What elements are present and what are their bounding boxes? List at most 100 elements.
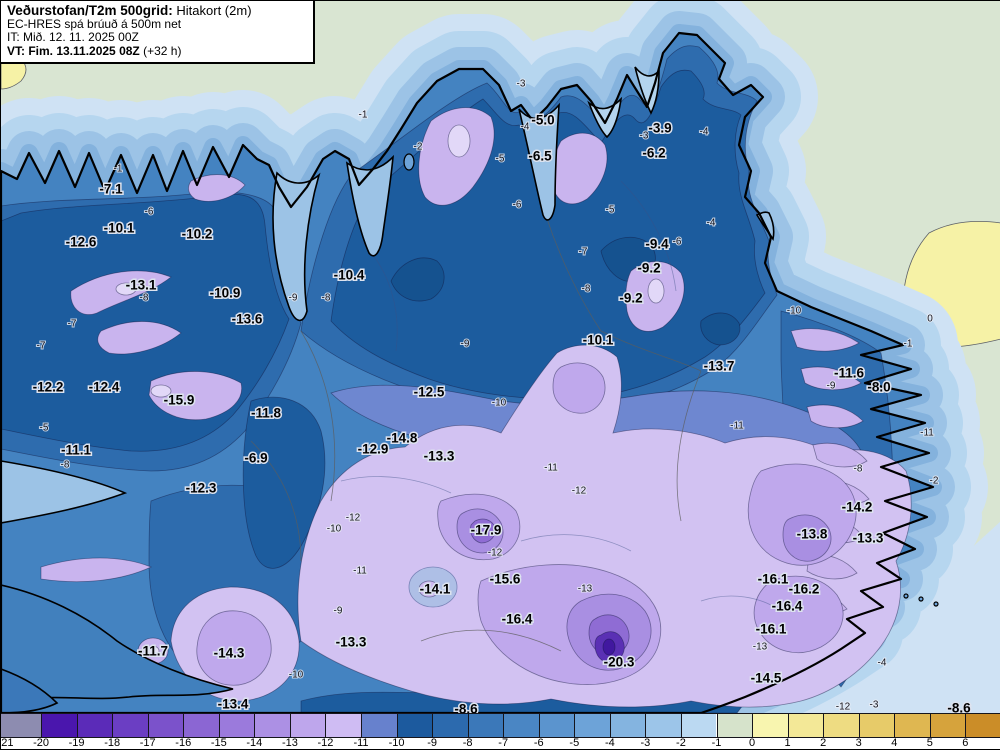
contour-label: -10: [787, 306, 802, 317]
colorbar-tick: -12: [317, 737, 334, 749]
contour-label: -5: [606, 205, 615, 216]
contour-label: -11: [730, 421, 744, 432]
contour-label: -10: [492, 398, 507, 409]
colorbar-tick: -1: [711, 737, 722, 749]
contour-label: -4: [707, 218, 716, 229]
colorbar-tick: -7: [498, 737, 509, 749]
colorbar-tick: 0: [748, 737, 756, 749]
colorbar-cell: [218, 714, 255, 737]
contour-label: -13: [578, 584, 593, 595]
contour-label: -12: [572, 486, 587, 497]
temp-label: -10.2: [182, 227, 213, 242]
colorbar-cell: [325, 714, 361, 737]
colorbar-cell: [645, 714, 681, 737]
contour-label: -6: [673, 237, 682, 248]
colorbar-cell: [823, 714, 859, 737]
colorbar-cell: [432, 714, 468, 737]
colorbar-cell: [289, 714, 326, 737]
temp-label: -11.6: [834, 366, 865, 381]
colorbar-tick: -8: [462, 737, 473, 749]
colorbar-cell: [147, 714, 184, 737]
contour-label: -10: [327, 524, 342, 535]
temp-label: -13.3: [853, 531, 884, 546]
colorbar-cell: [41, 714, 77, 737]
colorbar-cell: [965, 714, 1000, 737]
temp-label: -13.4: [218, 697, 249, 712]
contour-label: -7: [579, 247, 588, 258]
contour-label: -3: [870, 700, 879, 711]
temp-label: -10.1: [583, 333, 614, 348]
contour-label: -1: [114, 164, 123, 175]
colorbar-cell: [396, 714, 433, 737]
colorbar-tick: -2: [676, 737, 686, 749]
temp-label: -12.6: [66, 235, 97, 250]
contour-label: -11: [353, 566, 367, 577]
contour-label: -9: [827, 381, 836, 392]
contour-label: -12: [488, 548, 503, 559]
temp-label: -13.3: [424, 449, 455, 464]
init-time: IT: Mið. 12. 11. 2025 00Z: [7, 30, 139, 44]
contour-label: -7: [37, 341, 46, 352]
contour-label: -8: [322, 293, 331, 304]
temp-label: -16.2: [789, 582, 820, 597]
contour-label: -10: [289, 670, 304, 681]
colorbar-cell: [929, 714, 966, 737]
colorbar-cell: [574, 714, 610, 737]
temp-label: -8.6: [947, 701, 971, 714]
contour-label: -13: [753, 642, 768, 653]
colorbar-tick: -17: [139, 737, 156, 749]
colorbar-tick: 1: [784, 737, 791, 749]
colorbar-tick: -9: [427, 737, 437, 749]
colorbar-cell: [858, 714, 895, 737]
contour-label: -3: [517, 79, 526, 90]
temp-label: -16.1: [758, 572, 789, 587]
iceland-temperature-map: -1-3-4-5-2-1-6 -5-3 -4-4-6-7-80-1-2-4-3-9-…: [1, 1, 1000, 713]
temp-label: -16.4: [502, 612, 533, 627]
temp-label: -14.2: [842, 500, 873, 515]
temp-label: -13.8: [797, 527, 828, 542]
temp-label: -14.8: [387, 431, 418, 446]
temp-label: -15.6: [490, 572, 521, 587]
temp-label: -7.1: [99, 182, 123, 197]
temp-label: -12.4: [89, 380, 120, 395]
temp-label: -13.1: [126, 278, 157, 293]
contour-label: -2: [930, 476, 939, 487]
colorbar-tick: -4: [604, 737, 615, 749]
contour-label: -8: [61, 460, 70, 471]
temp-label: -15.9: [164, 393, 195, 408]
contour-label: -4: [878, 658, 887, 669]
temp-label: -17.9: [471, 523, 502, 538]
weather-map-frame: -1 -3 -4 -5 -2 -1 -6 -5 -3 -4 -4 -6 -7 -8 0 -1 -2 -4 -3 -9-…: [0, 0, 1000, 750]
colorbar-tick: 5: [926, 737, 933, 749]
contour-label: -8: [582, 284, 591, 295]
contour-label: -11: [544, 463, 558, 474]
temp-label: -14.5: [751, 671, 782, 686]
temp-label: -11.1: [61, 443, 92, 458]
temp-label: -11.8: [251, 406, 282, 421]
temp-label: -5.0: [531, 113, 554, 128]
colorbar-tick: -14: [246, 737, 263, 749]
colorbar-tick: 2: [820, 737, 827, 749]
colorbar-tick: -11: [353, 737, 369, 749]
temp-label: -20.3: [604, 655, 635, 670]
contour-label: -12: [346, 513, 361, 524]
colorbar-tick: -10: [388, 737, 405, 749]
temp-label: -6.2: [642, 146, 665, 161]
contour-label: -1: [359, 110, 368, 121]
colorbar-tick: 4: [891, 737, 898, 749]
colorbar-tick: -18: [104, 737, 121, 749]
temp-label: -12.3: [186, 481, 217, 496]
colorbar-tick: -19: [68, 737, 85, 749]
temp-label: -9.2: [619, 291, 642, 306]
temp-label: -8.0: [867, 380, 890, 395]
temp-label: -11.7: [138, 644, 168, 659]
colorbar-cell: [467, 714, 504, 737]
colorbar-tick: -15: [210, 737, 227, 749]
weather-map: -1 -3 -4 -5 -2 -1 -6 -5 -3 -4 -4 -6 -7 -8 0 -1 -2 -4 -3 -9-…: [1, 1, 1000, 713]
colorbar-cell: [538, 714, 575, 737]
colorbar-cell: [680, 714, 717, 737]
contour-label: -6: [145, 207, 154, 218]
colorbar-cell: [183, 714, 219, 737]
colorbar-cell: [112, 714, 148, 737]
colorbar-tick: -3: [640, 737, 651, 749]
